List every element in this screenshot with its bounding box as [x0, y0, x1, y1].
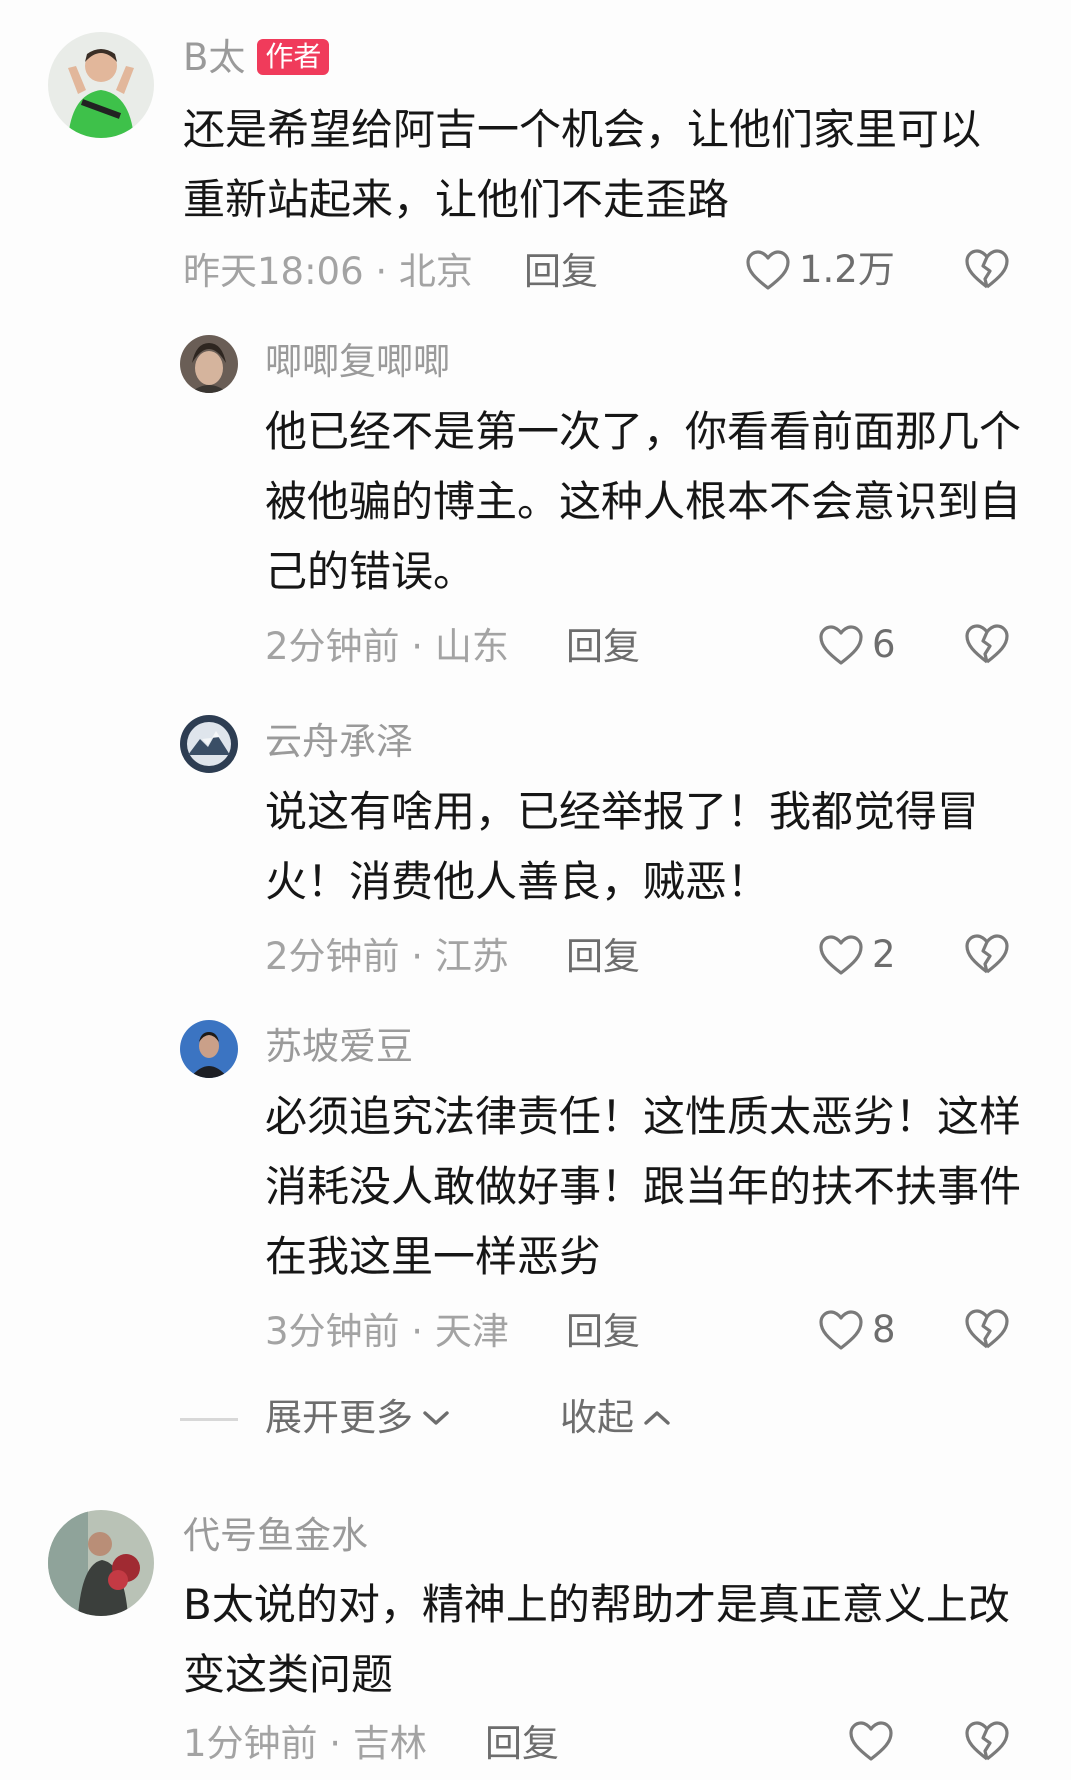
username[interactable]: B太 作者 [183, 36, 330, 80]
comment-meta: 3分钟前 · 天津 [265, 1310, 509, 1353]
broken-heart-icon [965, 934, 1009, 974]
comment-text: 还是希望给阿吉一个机会，让他们家里可以重新站起来，让他们不走歪路 [183, 105, 982, 224]
heart-icon [819, 1310, 863, 1350]
username-text[interactable]: B太 [183, 36, 245, 79]
like-count: 2 [872, 933, 896, 976]
dislike-button[interactable] [964, 1720, 1010, 1762]
thread-controls: 展开更多 收起 [0, 1390, 1071, 1450]
heart-icon [819, 625, 863, 665]
avatar[interactable] [180, 1020, 238, 1078]
reply-item: 云舟承泽 说这有啥用，已经举报了！我都觉得冒火！消费他人善良，贼恶！ 2分钟前 … [0, 710, 1071, 980]
collapse-label: 收起 [560, 1396, 634, 1439]
avatar[interactable] [180, 715, 238, 773]
broken-heart-icon [965, 1721, 1009, 1761]
reply-button[interactable]: 回复 [566, 935, 640, 979]
heart-icon [849, 1721, 893, 1761]
reply-item: 唧唧复唧唧 他已经不是第一次了，你看看前面那几个被他骗的博主。这种人根本不会意识… [0, 330, 1071, 670]
user-avatar-icon [180, 715, 238, 773]
like-button[interactable]: 2 [818, 933, 896, 977]
reply-button[interactable]: 回复 [566, 1310, 640, 1354]
dislike-button[interactable] [964, 248, 1010, 290]
like-button[interactable]: 8 [818, 1308, 896, 1352]
username[interactable]: 云舟承泽 [265, 720, 413, 764]
comment-text: 说这有啥用，已经举报了！我都觉得冒火！消费他人善良，贼恶！ [265, 787, 980, 906]
broken-heart-icon [965, 249, 1009, 289]
comment-meta: 2分钟前 · 江苏 [265, 935, 509, 978]
heart-icon [819, 935, 863, 975]
comment-meta: 昨天18:06 · 北京 [183, 250, 473, 293]
collapse-button[interactable]: 收起 [560, 1396, 672, 1440]
author-badge: 作者 [257, 39, 330, 75]
comment-item: B太 作者 还是希望给阿吉一个机会，让他们家里可以重新站起来，让他们不走歪路 昨天… [0, 0, 1071, 293]
avatar[interactable] [48, 32, 154, 138]
comment-text: B太说的对，精神上的帮助才是真正意义上改变这类问题 [183, 1580, 1010, 1699]
username[interactable]: 苏坡爱豆 [265, 1025, 413, 1069]
chevron-down-icon [423, 1411, 449, 1425]
dislike-button[interactable] [964, 933, 1010, 975]
broken-heart-icon [965, 624, 1009, 664]
thread-divider [180, 1418, 238, 1421]
comment-item: 代号鱼金水 B太说的对，精神上的帮助才是真正意义上改变这类问题 1分钟前 · 吉… [0, 1500, 1071, 1780]
comment-text: 他已经不是第一次了，你看看前面那几个被他骗的博主。这种人根本不会意识到自己的错误… [265, 407, 1022, 596]
user-avatar-icon [48, 1510, 154, 1616]
comment-meta: 2分钟前 · 山东 [265, 625, 509, 668]
username[interactable]: 唧唧复唧唧 [265, 340, 450, 384]
user-avatar-icon [180, 335, 238, 393]
like-count: 8 [872, 1308, 896, 1351]
broken-heart-icon [965, 1309, 1009, 1349]
reply-item: 苏坡爱豆 必须追究法律责任！这性质太恶劣！这样消耗没人敢做好事！跟当年的扶不扶事… [0, 1015, 1071, 1360]
like-count: 1.2万 [799, 248, 895, 291]
expand-more-button[interactable]: 展开更多 [265, 1396, 451, 1440]
reply-button[interactable]: 回复 [485, 1722, 559, 1766]
dislike-button[interactable] [964, 1308, 1010, 1350]
heart-icon [746, 250, 790, 290]
like-button[interactable] [848, 1720, 902, 1762]
like-button[interactable]: 6 [818, 623, 896, 667]
reply-button[interactable]: 回复 [524, 250, 598, 294]
comment-text: 必须追究法律责任！这性质太恶劣！这样消耗没人敢做好事！跟当年的扶不扶事件在我这里… [265, 1092, 1022, 1281]
reply-button[interactable]: 回复 [566, 625, 640, 669]
chevron-up-icon [644, 1411, 670, 1425]
expand-more-label: 展开更多 [265, 1396, 413, 1439]
dislike-button[interactable] [964, 623, 1010, 665]
user-avatar-icon [180, 1020, 238, 1078]
avatar[interactable] [180, 335, 238, 393]
like-count: 6 [872, 623, 896, 666]
like-button[interactable]: 1.2万 [745, 248, 895, 292]
avatar[interactable] [48, 1510, 154, 1616]
user-avatar-icon [48, 32, 154, 138]
username[interactable]: 代号鱼金水 [183, 1514, 368, 1558]
comment-meta: 1分钟前 · 吉林 [183, 1722, 427, 1765]
